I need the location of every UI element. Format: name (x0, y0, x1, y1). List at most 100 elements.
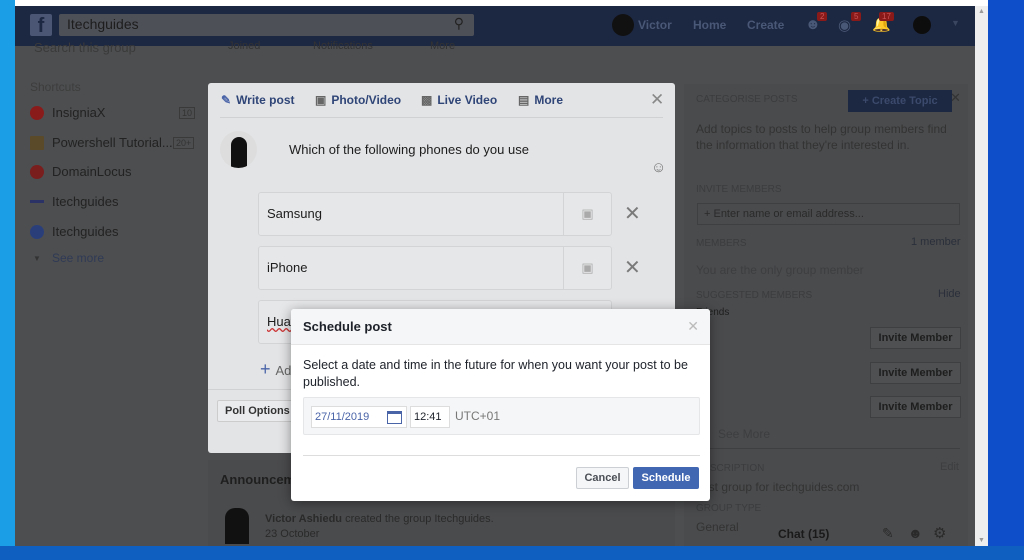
tab-label: Live Video (437, 93, 498, 107)
group-icon (30, 200, 44, 203)
desktop-left-edge (0, 0, 15, 560)
more-button[interactable]: More (430, 40, 455, 52)
image-icon[interactable]: ▣ (563, 193, 611, 235)
notifications-button[interactable]: Notifications (313, 40, 373, 52)
tab-write-post[interactable]: ✎ Write post (221, 93, 295, 107)
timezone-label: UTC+01 (455, 409, 501, 423)
schedule-button[interactable]: Schedule (633, 467, 699, 489)
description-text: Test group for itechguides.com (696, 480, 860, 494)
time-input[interactable]: 12:41 (410, 406, 450, 428)
invite-member-button[interactable]: Invite Member (870, 362, 961, 384)
create-link[interactable]: Create (747, 18, 784, 32)
group-icon (30, 164, 44, 179)
taskbar (0, 546, 1024, 560)
post-date[interactable]: 23 October (265, 528, 319, 540)
create-topic-button[interactable]: + Create Topic (848, 90, 952, 112)
profile-link[interactable]: Victor (638, 18, 672, 32)
chevron-down-icon: ▼ (33, 253, 41, 263)
user-avatar[interactable] (612, 14, 634, 36)
chevron-down-icon[interactable]: ▼ (951, 18, 960, 28)
emoji-icon[interactable]: ☺ (651, 159, 666, 176)
only-member-text: You are the only group member (696, 263, 864, 277)
poll-question[interactable]: Which of the following phones do you use (289, 142, 529, 157)
sidebar-item-label: Itechguides (52, 194, 119, 209)
tab-live-video[interactable]: ▩ Live Video (421, 93, 497, 107)
shortcuts-heading: Shortcuts (30, 80, 81, 94)
hide-link[interactable]: Hide (938, 288, 961, 300)
post-text: created the group Itechguides. (345, 513, 494, 525)
image-icon[interactable]: ▣ (563, 247, 611, 289)
divider (220, 117, 663, 118)
poll-option-input[interactable]: Samsung ▣ (258, 192, 612, 236)
scrollbar[interactable]: ▲ ▼ (975, 6, 988, 546)
group-icon (30, 105, 44, 120)
sidebar-item-label: Powershell Tutorial... (52, 135, 173, 150)
group-chat-icon[interactable]: ☻ (908, 525, 923, 541)
camera-icon: ▣ (315, 93, 327, 107)
tab-label: Write post (236, 93, 295, 107)
option-text: iPhone (267, 260, 308, 275)
remove-option-icon[interactable]: ✕ (624, 201, 641, 226)
tab-more[interactable]: ▤ More (518, 93, 563, 107)
tab-photo-video[interactable]: ▣ Photo/Video (315, 93, 401, 107)
tab-label: Photo/Video (331, 93, 402, 107)
invite-member-button[interactable]: Invite Member (870, 327, 961, 349)
group-search[interactable]: Search this group (34, 40, 136, 55)
sidebar-item-insigniax[interactable]: InsigniaX (30, 105, 105, 120)
scroll-down-icon[interactable]: ▼ (978, 537, 985, 544)
chat-button[interactable]: Chat (15) (778, 527, 829, 541)
suggested-heading: Suggested members (696, 290, 813, 301)
messages-badge: 5 (851, 12, 862, 21)
group-icon (30, 135, 44, 150)
post-header: Victor Ashiedu created the group Itechgu… (265, 513, 494, 525)
count-badge: 10 (179, 107, 196, 119)
right-column: Categorise posts + Create Topic ✕ Add to… (684, 84, 968, 546)
invite-input[interactable]: + Enter name or email address... (697, 203, 960, 225)
remove-option-icon[interactable]: ✕ (624, 255, 641, 280)
close-icon[interactable]: ✕ (650, 90, 664, 110)
messenger-icon[interactable]: ◉ (838, 16, 851, 34)
sidebar-item-powershell[interactable]: Powershell Tutorial... (30, 135, 173, 150)
count-badge: 20+ (173, 137, 195, 149)
poll-option-input[interactable]: iPhone ▣ (258, 246, 612, 290)
dialog-title: Schedule post (303, 319, 392, 334)
scroll-up-icon[interactable]: ▲ (978, 8, 985, 15)
see-more-label: See more (52, 251, 105, 265)
joined-button[interactable]: Joined (228, 40, 260, 52)
schedule-post-dialog: Schedule post ✕ Select a date and time i… (291, 309, 710, 501)
search-input[interactable]: Itechguides ⚲ (59, 14, 474, 36)
video-icon: ▩ (421, 93, 433, 107)
group-type-heading: Group type (696, 503, 762, 514)
sidebar-item-label: Itechguides (52, 224, 119, 239)
sidebar-item-itechguides[interactable]: Itechguides (30, 194, 119, 209)
poll-options-button[interactable]: Poll Options (217, 400, 298, 422)
calendar-icon[interactable] (387, 411, 402, 424)
home-link[interactable]: Home (693, 18, 726, 32)
author-name[interactable]: Victor Ashiedu (265, 513, 342, 525)
close-icon[interactable]: ✕ (950, 90, 961, 106)
members-heading: Members (696, 238, 747, 249)
invite-member-button[interactable]: Invite Member (870, 396, 961, 418)
facebook-logo[interactable]: f (30, 14, 52, 37)
date-input[interactable]: 27/11/2019 (311, 406, 407, 428)
see-more-link[interactable]: See More (718, 427, 770, 441)
edit-link[interactable]: Edit (940, 461, 959, 473)
search-icon[interactable]: ⚲ (454, 15, 464, 32)
notifications-badge: 17 (879, 12, 894, 21)
more-icon: ▤ (518, 93, 530, 107)
sidebar-item-label: InsigniaX (52, 105, 106, 120)
categorise-text: Add topics to posts to help group member… (696, 122, 947, 152)
friends-badge: 2 (817, 12, 828, 21)
compose-icon[interactable]: ✎ (882, 525, 894, 542)
see-more-link[interactable]: ▼ See more (30, 251, 104, 265)
divider (696, 448, 960, 449)
sidebar-item-itechguides-2[interactable]: Itechguides (30, 224, 119, 239)
sidebar-item-domainlocus[interactable]: DomainLocus (30, 164, 132, 179)
option-text: Samsung (267, 206, 322, 221)
close-icon[interactable]: ✕ (687, 318, 699, 335)
gear-icon[interactable]: ⚙ (933, 524, 946, 542)
cancel-button[interactable]: Cancel (576, 467, 629, 489)
help-icon[interactable] (913, 16, 931, 34)
member-count[interactable]: 1 member (911, 236, 961, 248)
author-avatar (225, 508, 249, 544)
